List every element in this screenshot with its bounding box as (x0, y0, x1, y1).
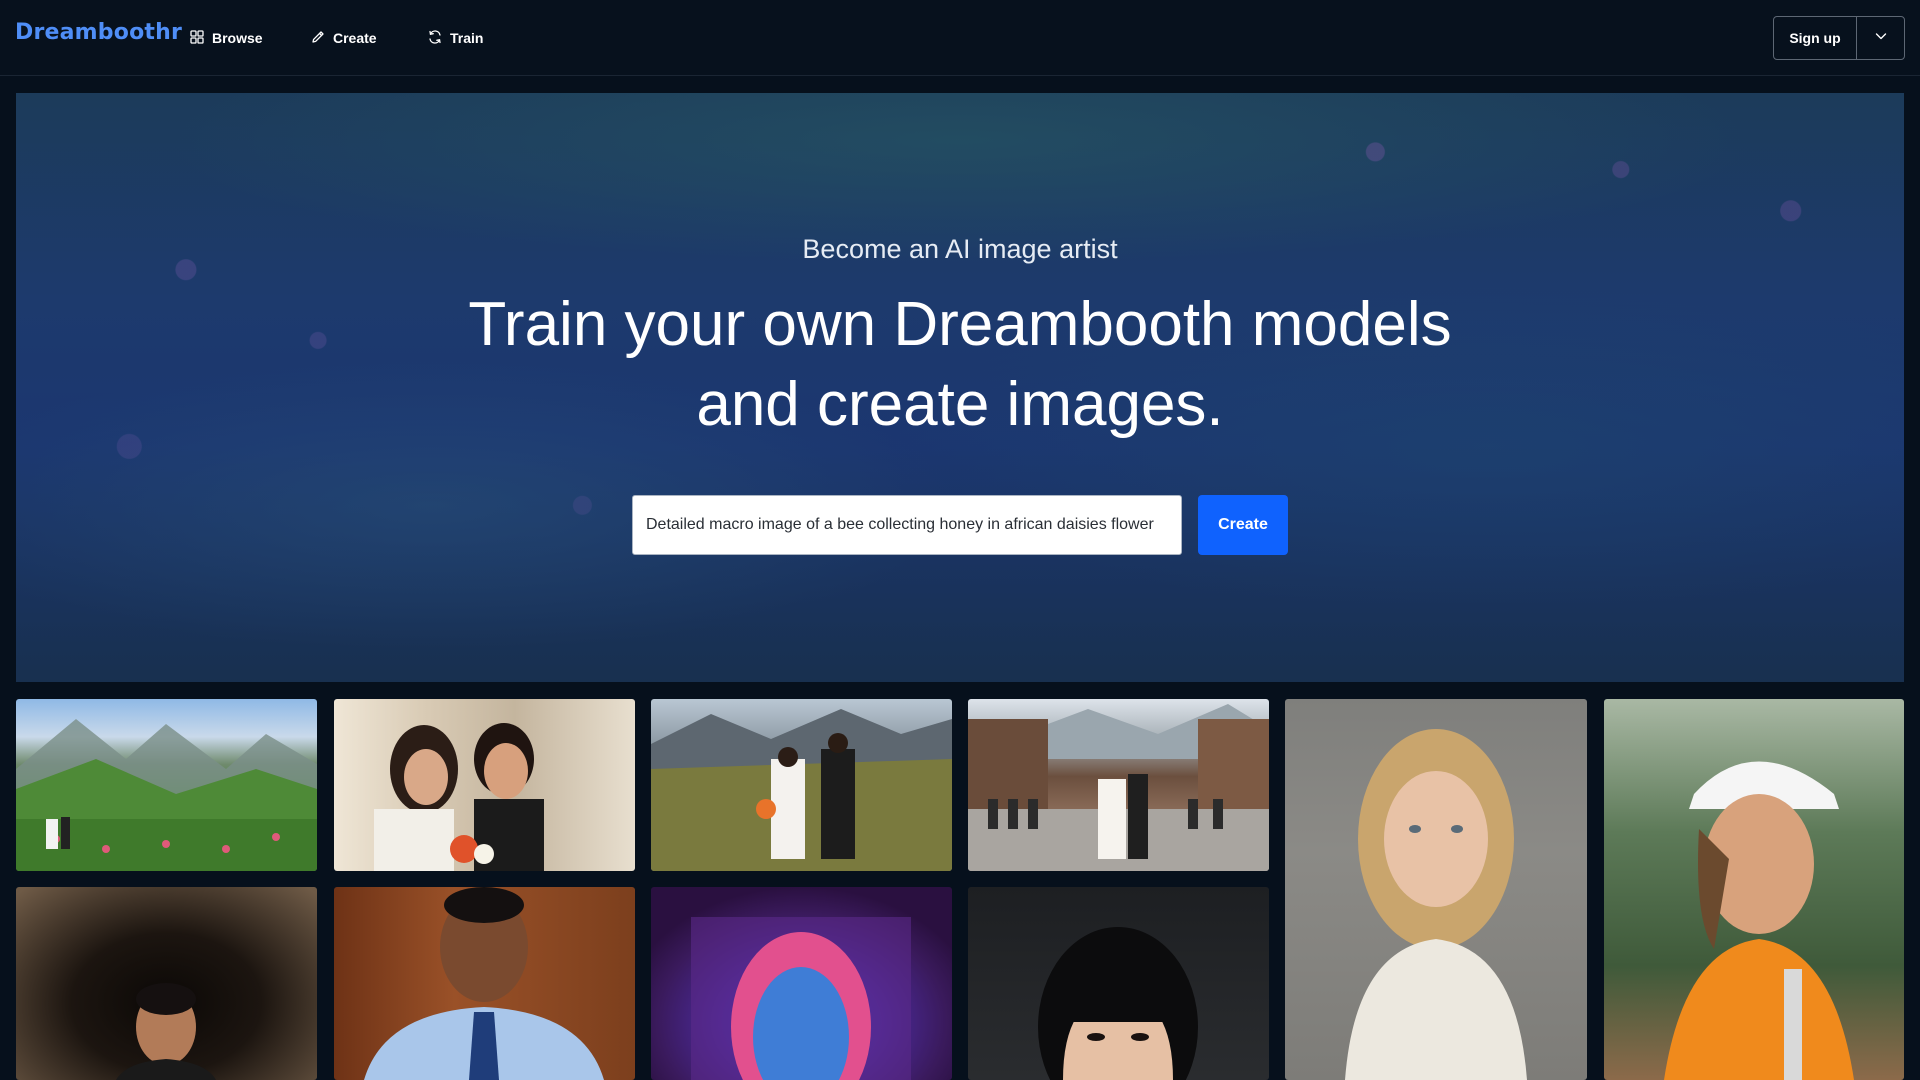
gallery-image[interactable] (968, 887, 1269, 1080)
gallery-image[interactable] (651, 699, 952, 871)
create-button[interactable]: Create (1198, 495, 1288, 555)
gallery-image[interactable] (1285, 699, 1587, 1080)
hero-title: Train your own Dreambooth models and cre… (16, 285, 1904, 445)
nav-browse-label: Browse (212, 30, 263, 46)
chevron-down-icon (1873, 28, 1889, 49)
nav-browse[interactable]: Browse (189, 0, 263, 76)
hero-title-line-2: and create images. (696, 370, 1224, 439)
signup-group: Sign up (1773, 16, 1905, 60)
gallery-image[interactable] (651, 887, 952, 1080)
hero-subtitle: Become an AI image artist (802, 234, 1118, 264)
refresh-icon (427, 29, 443, 48)
prompt-input[interactable] (632, 495, 1182, 555)
gallery-image[interactable] (1604, 699, 1904, 1080)
nav-train[interactable]: Train (427, 0, 483, 76)
hero-banner: Become an AI image artist Train your own… (16, 93, 1904, 682)
nav-create[interactable]: Create (310, 0, 377, 76)
pencil-icon (310, 29, 326, 48)
gallery-image[interactable] (334, 699, 635, 871)
top-navbar: Dreamboothr Browse Create Train Sign up (0, 0, 1920, 76)
gallery-image[interactable] (16, 887, 317, 1080)
hero-title-line-1: Train your own Dreambooth models (468, 290, 1452, 359)
nav-train-label: Train (450, 30, 484, 46)
signup-button[interactable]: Sign up (1774, 17, 1857, 59)
gallery-image[interactable] (334, 887, 635, 1080)
gallery-image[interactable] (968, 699, 1269, 871)
account-dropdown-button[interactable] (1857, 17, 1904, 59)
grid-icon (189, 29, 205, 48)
nav-create-label: Create (333, 30, 377, 46)
logo[interactable]: Dreamboothr (15, 20, 182, 45)
gallery-image[interactable] (16, 699, 317, 871)
